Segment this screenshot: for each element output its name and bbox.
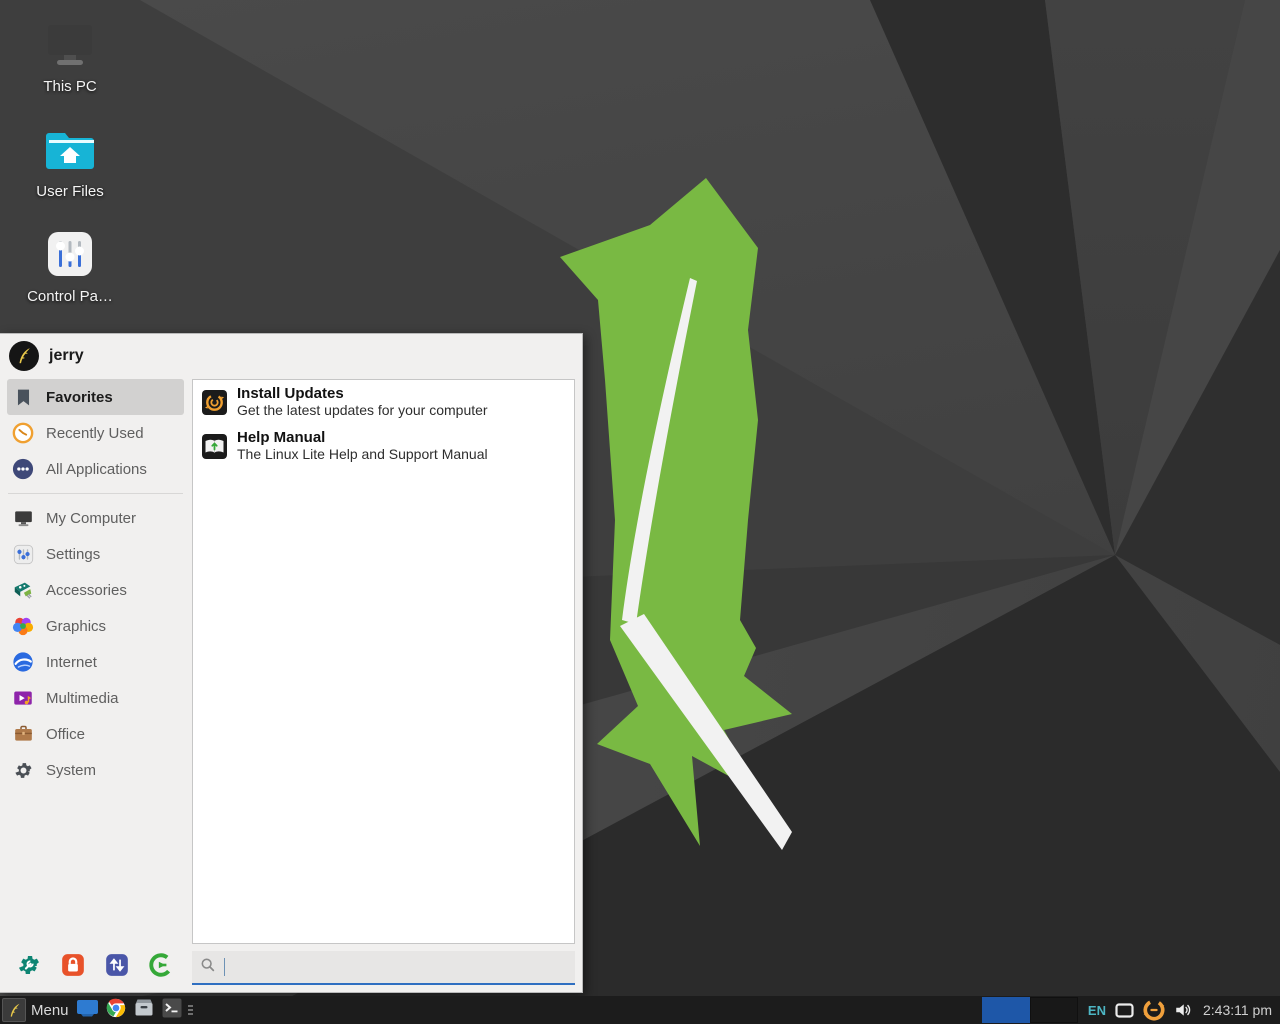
sidebar-item-label: Recently Used: [46, 425, 144, 442]
workspace-1-active[interactable]: [982, 997, 1030, 1023]
menu-item-subtitle: Get the latest updates for your computer: [237, 402, 488, 419]
sync-updates-icon: [200, 388, 228, 416]
bookmark-icon: [11, 385, 35, 409]
menu-item-title: Help Manual: [237, 429, 488, 446]
multitool-icon: [11, 578, 35, 602]
gear-icon: [11, 758, 35, 782]
menu-header: jerry: [0, 334, 582, 378]
sidebar-item-label: Internet: [46, 654, 97, 671]
terminal-launcher[interactable]: [158, 996, 186, 1024]
terminal-icon: [162, 998, 182, 1023]
sidebar-item-label: System: [46, 762, 96, 779]
sidebar-item-label: Accessories: [46, 582, 127, 599]
menu-item-install-updates[interactable]: Install Updates Get the latest updates f…: [193, 380, 574, 424]
desktop-icon-this-pc[interactable]: This PC: [18, 14, 122, 95]
clock-icon: [11, 421, 35, 445]
desktop-icon-user-files[interactable]: User Files: [18, 119, 122, 200]
sidebar-category-accessories[interactable]: Accessories: [7, 572, 184, 608]
lock-screen-button[interactable]: [60, 954, 86, 980]
sidebar-item-all-applications[interactable]: All Applications: [7, 451, 184, 487]
lock-icon: [60, 952, 86, 983]
menu-app-list: Install Updates Get the latest updates f…: [192, 379, 575, 944]
taskbar: Menu: [0, 996, 1280, 1024]
sidebar-item-label: Favorites: [46, 389, 113, 406]
taskbar-menu-button[interactable]: Menu: [0, 996, 74, 1024]
workspace-2[interactable]: [1030, 997, 1078, 1023]
apps-circle-icon: [11, 457, 35, 481]
computer-icon: [11, 506, 35, 530]
computer-icon: [18, 14, 122, 74]
sidebar-category-settings[interactable]: Settings: [7, 536, 184, 572]
linux-lite-feather-icon: [2, 998, 26, 1022]
desktop-icon-label: User Files: [18, 183, 122, 200]
sidebar-item-label: My Computer: [46, 510, 136, 527]
updates-available-icon[interactable]: [1143, 999, 1165, 1021]
globe-icon: [11, 650, 35, 674]
switch-arrows-icon: [104, 952, 130, 983]
keyboard-layout-indicator[interactable]: EN: [1088, 1003, 1106, 1018]
sidebar-category-internet[interactable]: Internet: [7, 644, 184, 680]
sidebar-item-label: Multimedia: [46, 690, 119, 707]
sidebar-category-multimedia[interactable]: Multimedia: [7, 680, 184, 716]
sidebar-item-recently-used[interactable]: Recently Used: [7, 415, 184, 451]
menu-sidebar: Favorites Recently Used All Applications: [0, 379, 191, 788]
all-settings-button[interactable]: [16, 954, 42, 980]
sidebar-item-label: Settings: [46, 546, 100, 563]
menu-button-label: Menu: [31, 1002, 69, 1019]
text-cursor: [224, 958, 225, 976]
username: jerry: [49, 347, 84, 365]
desktop-icon-grid: This PC User Files: [18, 14, 122, 329]
show-desktop-button[interactable]: [74, 996, 102, 1024]
logout-power-icon: [148, 952, 174, 983]
show-desktop-icon: [77, 999, 98, 1022]
taskbar-clock[interactable]: 2:43:11 pm: [1203, 1002, 1272, 1018]
sidebar-item-label: Office: [46, 726, 85, 743]
desktop-icon-label: Control Pa…: [18, 288, 122, 305]
chrome-launcher[interactable]: [102, 996, 130, 1024]
volume-icon[interactable]: [1174, 1001, 1192, 1019]
menu-search-bar[interactable]: [192, 951, 575, 985]
sidebar-item-label: All Applications: [46, 461, 147, 478]
sidebar-category-my-computer[interactable]: My Computer: [7, 500, 184, 536]
sidebar-category-graphics[interactable]: Graphics: [7, 608, 184, 644]
media-player-icon: [11, 686, 35, 710]
switch-users-button[interactable]: [104, 954, 130, 980]
sidebar-item-label: Graphics: [46, 618, 106, 635]
system-tray: EN 2:43:11 pm: [1088, 999, 1280, 1021]
search-icon: [200, 957, 216, 978]
sidebar-separator: [8, 493, 183, 494]
workspace-switcher[interactable]: [982, 997, 1078, 1023]
whisker-menu: jerry Favorites Recently Used: [0, 333, 583, 993]
menu-action-row: [0, 950, 174, 984]
menu-item-help-manual[interactable]: Help Manual The Linux Lite Help and Supp…: [193, 424, 574, 468]
display-icon[interactable]: [1115, 1003, 1134, 1018]
user-avatar[interactable]: [9, 341, 39, 371]
sidebar-category-system[interactable]: System: [7, 752, 184, 788]
desktop-icon-label: This PC: [18, 78, 122, 95]
sidebar-category-office[interactable]: Office: [7, 716, 184, 752]
control-panel-icon: [18, 224, 122, 284]
file-manager-launcher[interactable]: [130, 996, 158, 1024]
sidebar-item-favorites[interactable]: Favorites: [7, 379, 184, 415]
menu-item-subtitle: The Linux Lite Help and Support Manual: [237, 446, 488, 463]
window-list-handle[interactable]: [186, 996, 196, 1024]
menu-item-title: Install Updates: [237, 385, 488, 402]
home-folder-icon: [18, 119, 122, 179]
sliders-icon: [11, 542, 35, 566]
settings-gear-wrench-icon: [16, 952, 42, 983]
log-out-button[interactable]: [148, 954, 174, 980]
chrome-icon: [106, 998, 126, 1023]
briefcase-icon: [11, 722, 35, 746]
color-flower-icon: [11, 614, 35, 638]
linux-lite-feather-logo: [540, 150, 840, 880]
file-cabinet-icon: [134, 998, 154, 1022]
desktop-icon-control-panel[interactable]: Control Pa…: [18, 224, 122, 305]
search-input[interactable]: [227, 959, 567, 975]
help-book-icon: [200, 432, 228, 460]
